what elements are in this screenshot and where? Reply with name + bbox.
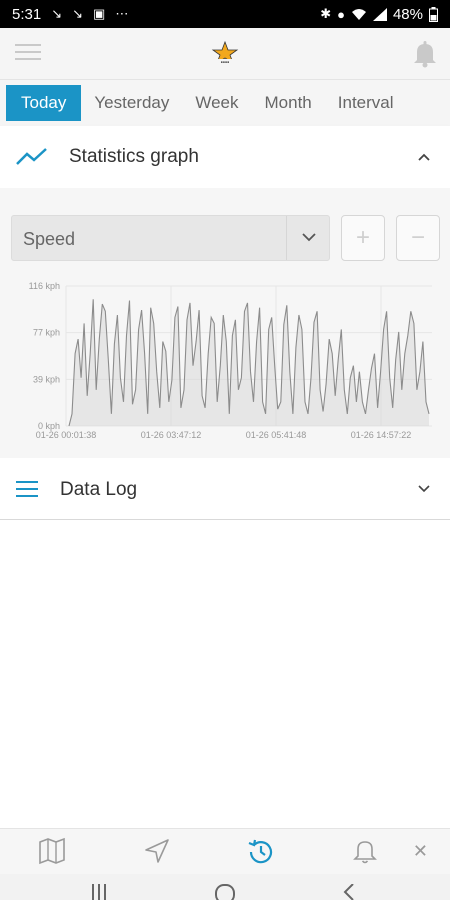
bottom-navigation: ✕ [0, 828, 450, 874]
bell-icon[interactable] [352, 837, 378, 865]
status-bar: 5:31 ↘ ↘ ▣ ⋯ ✱ ● 48% [0, 0, 450, 28]
missed-call-icon: ↘ [72, 6, 84, 21]
app-logo: •••• [211, 40, 239, 67]
statistics-graph-header[interactable]: Statistics graph [0, 126, 450, 188]
more-notifications-icon: ⋯ [115, 6, 129, 21]
svg-text:••••: •••• [221, 61, 229, 67]
map-icon[interactable] [38, 837, 66, 865]
home-icon[interactable] [215, 884, 235, 900]
wifi-icon [351, 8, 366, 20]
tab-month[interactable]: Month [252, 85, 325, 121]
metric-select-value: Speed [23, 229, 76, 249]
missed-call-icon: ↘ [51, 6, 63, 21]
x-tick-label: 01-26 05:41:48 [246, 430, 307, 440]
bluetooth-icon: ✱ [320, 6, 332, 21]
x-tick-label: 01-26 00:01:38 [36, 430, 97, 440]
chevron-down-icon[interactable] [418, 485, 430, 493]
data-log-header[interactable]: Data Log [0, 458, 450, 520]
period-tabs: Today Yesterday Week Month Interval [0, 80, 450, 126]
zoom-in-button[interactable]: + [341, 215, 385, 261]
statistics-graph-title: Statistics graph [69, 146, 199, 167]
x-tick-label: 01-26 03:47:12 [141, 430, 202, 440]
close-icon[interactable]: ✕ [413, 841, 428, 862]
metric-select[interactable]: Speed [11, 215, 330, 261]
x-tick-label: 01-26 14:57:22 [351, 430, 412, 440]
battery-icon [429, 6, 438, 22]
location-icon: ● [337, 6, 345, 22]
tab-yesterday[interactable]: Yesterday [81, 85, 182, 121]
signal-icon [372, 7, 387, 21]
history-clock-icon[interactable] [246, 837, 276, 867]
status-time: 5:31 [12, 5, 42, 23]
back-icon[interactable] [342, 884, 356, 900]
list-icon [16, 481, 38, 497]
trend-line-icon [16, 148, 47, 165]
chevron-down-icon [302, 233, 316, 242]
zoom-out-button[interactable]: − [396, 215, 440, 261]
tab-week[interactable]: Week [182, 85, 251, 121]
data-log-title: Data Log [60, 479, 138, 500]
battery-percent: 48% [392, 5, 423, 23]
tab-interval[interactable]: Interval [325, 85, 407, 121]
recent-apps-icon[interactable] [90, 884, 108, 900]
navigation-arrow-icon[interactable] [143, 837, 171, 865]
y-tick-label: 39 kph [33, 374, 60, 384]
y-tick-label: 116 kph [29, 281, 60, 291]
system-navigation-bar [0, 874, 450, 900]
tab-today[interactable]: Today [6, 85, 82, 121]
select-divider [286, 216, 287, 260]
image-icon: ▣ [93, 6, 106, 21]
y-tick-label: 77 kph [33, 328, 60, 338]
speed-chart: 116 kph77 kph39 kph0 kph01-26 00:01:38 01… [29, 281, 432, 440]
chevron-up-icon[interactable] [418, 153, 430, 161]
app-header: •••• [0, 28, 450, 80]
notifications-bell-icon[interactable] [412, 40, 438, 68]
menu-icon[interactable] [15, 44, 41, 64]
